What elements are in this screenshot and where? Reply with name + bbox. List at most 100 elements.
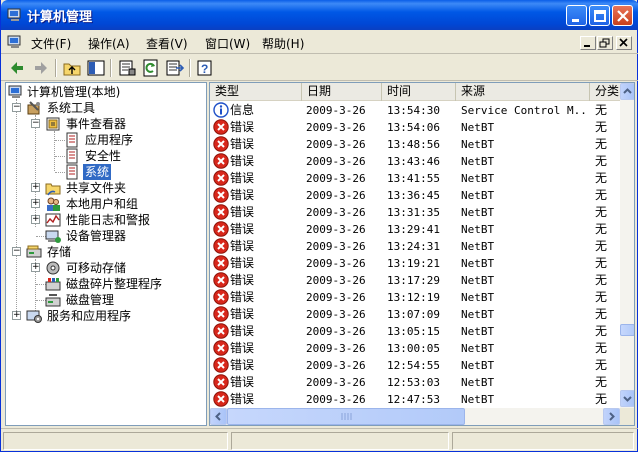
cell-category: 无: [595, 358, 608, 372]
tree-item-local-users[interactable]: 本地用户和组: [45, 196, 140, 212]
cell-source: NetBT: [461, 189, 495, 202]
console-tree[interactable]: 计算机管理(本地) − 系统工具 − 事件查看器 应用程序 安全性 系统 + 共…: [5, 82, 207, 426]
export-list-icon[interactable]: [165, 58, 185, 78]
tree-item-storage[interactable]: 存储: [26, 244, 73, 260]
vertical-scrollbar[interactable]: [620, 83, 634, 408]
menu-action[interactable]: 操作(A): [88, 35, 130, 52]
cell-date: 2009-3-26: [306, 189, 366, 202]
cell-source: NetBT: [461, 376, 495, 389]
table-row[interactable]: 错误 2009-3-26 13:07:09 NetBT 无: [210, 306, 620, 323]
table-row[interactable]: 错误 2009-3-26 13:19:21 NetBT 无: [210, 255, 620, 272]
table-row[interactable]: 错误 2009-3-26 13:36:45 NetBT 无: [210, 187, 620, 204]
close-button[interactable]: [612, 5, 633, 26]
mdi-close-button[interactable]: [616, 36, 632, 50]
tree-item-system[interactable]: 系统: [64, 164, 112, 180]
tree-item-services-applications[interactable]: 服务和应用程序: [26, 308, 133, 324]
tree-item-disk-management[interactable]: 磁盘管理: [45, 292, 116, 308]
scroll-right-button[interactable]: [603, 408, 620, 425]
column-header-time[interactable]: 时间: [382, 83, 456, 101]
scroll-up-button[interactable]: [620, 83, 634, 100]
scroll-left-button[interactable]: [210, 408, 227, 425]
tree-item-disk-defragmenter[interactable]: 磁盘碎片整理程序: [45, 276, 164, 292]
table-row[interactable]: 错误 2009-3-26 13:48:56 NetBT 无: [210, 136, 620, 153]
cell-category: 无: [595, 103, 608, 117]
window-title: 计算机管理: [27, 10, 93, 25]
menu-help[interactable]: 帮助(H): [262, 35, 304, 52]
status-cell: [231, 432, 449, 450]
maximize-button[interactable]: [589, 5, 610, 26]
menu-window[interactable]: 窗口(W): [205, 35, 250, 52]
properties-icon[interactable]: [117, 58, 137, 78]
cell-time: 13:00:05: [387, 342, 440, 355]
table-row[interactable]: 错误 2009-3-26 13:12:19 NetBT 无: [210, 289, 620, 306]
table-row[interactable]: 错误 2009-3-26 13:17:29 NetBT 无: [210, 272, 620, 289]
cell-category: 无: [595, 392, 608, 406]
cell-type: 错误: [230, 188, 255, 202]
column-header-date[interactable]: 日期: [302, 83, 382, 101]
cell-source: NetBT: [461, 138, 495, 151]
tree-item-shared-folders[interactable]: 共享文件夹: [45, 180, 128, 196]
table-row[interactable]: 错误 2009-3-26 13:43:46 NetBT 无: [210, 153, 620, 170]
chevron-left-icon: [215, 412, 221, 421]
table-row[interactable]: 错误 2009-3-26 13:41:55 NetBT 无: [210, 170, 620, 187]
column-header-category[interactable]: 分类: [590, 83, 620, 101]
title-bar[interactable]: 计算机管理: [1, 0, 638, 30]
table-row[interactable]: 错误 2009-3-26 13:24:31 NetBT 无: [210, 238, 620, 255]
collapse-toggle[interactable]: −: [31, 119, 40, 128]
tree-item-removable-storage[interactable]: 可移动存储: [45, 260, 128, 276]
up-folder-icon[interactable]: [62, 58, 82, 78]
table-row[interactable]: 错误 2009-3-26 13:54:06 NetBT 无: [210, 119, 620, 136]
tree-item-event-viewer[interactable]: 事件查看器: [45, 116, 128, 132]
collapse-toggle[interactable]: −: [12, 103, 21, 112]
table-row[interactable]: 错误 2009-3-26 13:00:05 NetBT 无: [210, 340, 620, 357]
tree-item-security[interactable]: 安全性: [64, 148, 123, 164]
cell-date: 2009-3-26: [306, 172, 366, 185]
cell-type: 错误: [230, 137, 255, 151]
tree-item-device-manager[interactable]: 设备管理器: [45, 228, 128, 244]
menu-file[interactable]: 文件(F): [31, 35, 71, 52]
horizontal-scroll-thumb[interactable]: [227, 408, 465, 425]
minimize-button[interactable]: [566, 5, 587, 26]
cell-category: 无: [595, 239, 608, 253]
app-menu-icon[interactable]: [7, 34, 23, 50]
help-icon[interactable]: ?: [195, 58, 215, 78]
cell-date: 2009-3-26: [306, 155, 366, 168]
expand-toggle[interactable]: +: [31, 215, 40, 224]
scroll-down-button[interactable]: [620, 390, 634, 407]
table-row[interactable]: 错误 2009-3-26 13:05:15 NetBT 无: [210, 323, 620, 340]
scrollbar-corner: [620, 408, 634, 425]
collapse-toggle[interactable]: −: [12, 247, 21, 256]
menu-view[interactable]: 查看(V): [146, 35, 188, 52]
table-row[interactable]: 错误 2009-3-26 12:54:55 NetBT 无: [210, 357, 620, 374]
horizontal-scrollbar[interactable]: [210, 408, 620, 425]
tree-item-application[interactable]: 应用程序: [64, 132, 135, 148]
tree-item-system-tools[interactable]: 系统工具: [26, 100, 97, 116]
tree-item-performance-logs[interactable]: 性能日志和警报: [45, 212, 152, 228]
cell-type: 错误: [230, 324, 255, 338]
table-row[interactable]: 错误 2009-3-26 12:53:03 NetBT 无: [210, 374, 620, 391]
vertical-scroll-thumb[interactable]: [620, 324, 634, 336]
cell-time: 13:54:30: [387, 104, 440, 117]
cell-category: 无: [595, 137, 608, 151]
tree-item-root[interactable]: 计算机管理(本地): [8, 84, 122, 100]
expand-toggle[interactable]: +: [12, 311, 21, 320]
column-header-source[interactable]: 来源: [456, 83, 590, 101]
mdi-restore-button[interactable]: [597, 36, 613, 50]
table-row[interactable]: 错误 2009-3-26 13:31:35 NetBT 无: [210, 204, 620, 221]
mdi-minimize-button[interactable]: [580, 36, 596, 50]
refresh-icon[interactable]: [141, 58, 161, 78]
event-list[interactable]: 类型 日期 时间 来源 分类 信息 2009-3-26 13:54:30 Servic…: [209, 82, 635, 426]
table-row[interactable]: 错误 2009-3-26 12:47:53 NetBT 无: [210, 391, 620, 408]
tree-connector: [35, 115, 36, 227]
table-row[interactable]: 错误 2009-3-26 13:29:41 NetBT 无: [210, 221, 620, 238]
show-hide-tree-icon[interactable]: [86, 58, 106, 78]
column-header-type[interactable]: 类型: [210, 83, 302, 101]
table-row[interactable]: 信息 2009-3-26 13:54:30 Service Control M... 无: [210, 102, 620, 119]
expand-toggle[interactable]: +: [31, 199, 40, 208]
forward-arrow-icon[interactable]: [31, 58, 51, 78]
expand-toggle[interactable]: +: [31, 183, 40, 192]
cell-category: 无: [595, 222, 608, 236]
expand-toggle[interactable]: +: [31, 263, 40, 272]
back-arrow-icon[interactable]: [7, 58, 27, 78]
error-icon: [213, 153, 229, 169]
